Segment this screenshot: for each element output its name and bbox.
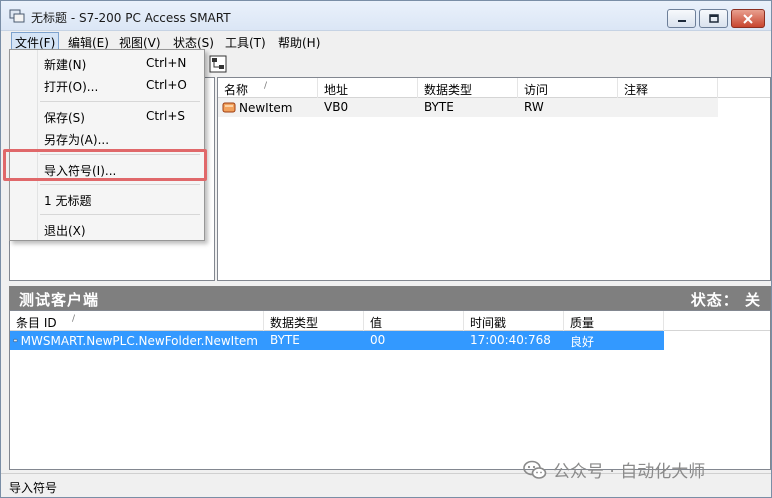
column-header-timestamp[interactable]: 时间戳: [464, 311, 564, 331]
column-header-client-type[interactable]: 数据类型: [264, 311, 364, 331]
menu-item-label: 保存(S): [44, 111, 85, 125]
menu-item-shortcut: Ctrl+S: [146, 109, 186, 123]
menu-item-save-as[interactable]: 另存为(A)...: [12, 127, 202, 149]
column-header-filler: [664, 311, 770, 331]
column-header-address[interactable]: 地址: [318, 78, 418, 98]
column-name-label: 名称: [224, 83, 249, 97]
column-header-name[interactable]: 名称 /: [218, 78, 318, 98]
tag-icon: [222, 102, 236, 113]
item-name: NewItem: [239, 100, 293, 115]
table-row[interactable]: NewItem VB0 BYTE RW: [218, 98, 718, 117]
item-address: VB0: [324, 100, 349, 114]
close-icon: [743, 13, 753, 24]
status-text: 导入符号: [9, 481, 58, 495]
column-header-comment[interactable]: 注释: [618, 78, 718, 98]
client-header: 测试客户端 状态： 关: [9, 286, 771, 310]
column-header-type[interactable]: 数据类型: [418, 78, 518, 98]
menu-view[interactable]: 视图(V): [115, 32, 165, 50]
sort-icon: /: [72, 314, 76, 324]
client-list-header: 条目 ID / 数据类型 值 时间戳 质量: [10, 311, 770, 331]
file-menu-dropdown: 新建(N) Ctrl+N 打开(O)... Ctrl+O 保存(S) Ctrl+…: [9, 49, 205, 241]
menu-item-shortcut: Ctrl+O: [146, 78, 187, 92]
minimize-icon: [677, 19, 686, 22]
menu-separator: [40, 101, 200, 102]
client-item-id: MWSMART.NewPLC.NewFolder.NewItem: [20, 333, 258, 348]
column-header-access[interactable]: 访问: [518, 78, 618, 98]
menu-item-label: 另存为(A)...: [44, 133, 110, 147]
title-bar: 无标题 - S7-200 PC Access SMART: [1, 1, 771, 31]
client-item-quality: 良好: [570, 335, 595, 349]
item-type: BYTE: [424, 100, 454, 114]
client-row[interactable]: MWSMART.NewPLC.NewFolder.NewItem BYTE 00…: [10, 331, 664, 350]
column-header-filler: [718, 78, 770, 98]
client-id-cell: MWSMART.NewPLC.NewFolder.NewItem: [10, 331, 264, 350]
menu-bar: 文件(F) 编辑(E) 视图(V) 状态(S) 工具(T) 帮助(H): [1, 31, 771, 51]
client-status: 状态： 关: [690, 291, 761, 309]
item-list-header: 名称 / 地址 数据类型 访问 注释: [218, 78, 770, 98]
annotation-highlight: [3, 149, 207, 181]
column-item-id-label: 条目 ID: [16, 316, 57, 330]
menu-item-open[interactable]: 打开(O)... Ctrl+O: [12, 74, 202, 96]
menu-item-save[interactable]: 保存(S) Ctrl+S: [12, 105, 202, 127]
menu-item-recent-file[interactable]: 1 无标题: [12, 188, 202, 210]
app-icon: [9, 9, 25, 23]
client-item-timestamp: 17:00:40:768: [470, 333, 551, 347]
column-header-value[interactable]: 值: [364, 311, 464, 331]
client-item-value: 00: [370, 333, 386, 347]
menu-item-label: 新建(N): [44, 58, 87, 72]
item-name-cell: NewItem: [218, 98, 318, 117]
item-comment: [618, 98, 718, 117]
client-title: 测试客户端: [19, 291, 100, 309]
menu-item-label: 1 无标题: [44, 194, 92, 208]
menu-edit[interactable]: 编辑(E): [64, 32, 113, 50]
menu-item-label: 打开(O)...: [44, 80, 99, 94]
close-button[interactable]: [731, 9, 765, 28]
menu-separator: [40, 184, 200, 185]
menu-file[interactable]: 文件(F): [11, 32, 60, 50]
sort-icon: /: [264, 81, 268, 91]
chip-icon: [13, 338, 18, 343]
watermark: 公众号 · 自动化大师: [523, 457, 705, 482]
menu-tools[interactable]: 工具(T): [221, 32, 270, 50]
menu-status[interactable]: 状态(S): [169, 32, 218, 50]
watermark-text: 公众号 · 自动化大师: [553, 462, 706, 482]
menu-item-exit[interactable]: 退出(X): [12, 218, 202, 240]
item-access: RW: [524, 100, 544, 114]
menu-item-new[interactable]: 新建(N) Ctrl+N: [12, 52, 202, 74]
menu-item-label: 退出(X): [44, 224, 86, 238]
menu-item-shortcut: Ctrl+N: [146, 56, 187, 70]
maximize-icon: [708, 14, 719, 23]
wechat-icon: [523, 460, 547, 479]
maximize-button[interactable]: [699, 9, 728, 28]
item-list[interactable]: 名称 / 地址 数据类型 访问 注释 NewItem VB0 BYTE RW: [217, 77, 771, 281]
app-window: 无标题 - S7-200 PC Access SMART 文件(F) 编辑(E)…: [0, 0, 772, 498]
column-header-item-id[interactable]: 条目 ID /: [10, 311, 264, 331]
client-item-type: BYTE: [270, 333, 300, 347]
network-icon[interactable]: [209, 55, 227, 73]
minimize-button[interactable]: [667, 9, 696, 28]
menu-help[interactable]: 帮助(H): [274, 32, 324, 50]
menu-separator: [40, 214, 200, 215]
client-list[interactable]: 条目 ID / 数据类型 值 时间戳 质量 MWSMART.NewPLC.New…: [9, 310, 771, 470]
column-header-quality[interactable]: 质量: [564, 311, 664, 331]
window-title: 无标题 - S7-200 PC Access SMART: [31, 11, 231, 25]
